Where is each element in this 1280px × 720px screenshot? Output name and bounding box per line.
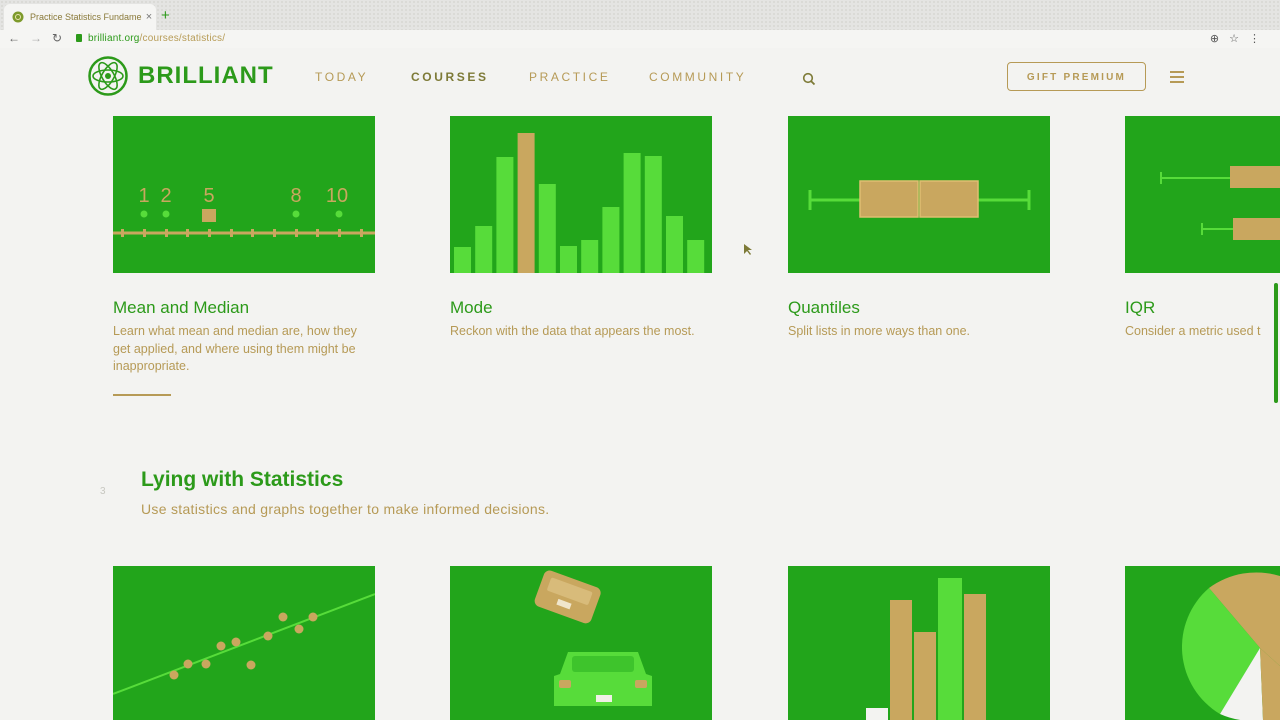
mode-bar-4 [517, 133, 535, 273]
zoom-icon[interactable]: ⊕ [1210, 33, 1229, 45]
cars-figure [534, 570, 652, 706]
mode-bar-11 [666, 216, 683, 273]
section-subtitle: Use statistics and graphs together to ma… [141, 501, 550, 517]
quantiles-image[interactable] [788, 116, 1050, 273]
search-icon[interactable] [802, 72, 816, 86]
label-1: 1 [138, 185, 149, 207]
point-2 [162, 210, 170, 218]
iqr-figure [1160, 166, 1280, 240]
box-plot-figure [808, 180, 1031, 218]
label-2: 2 [160, 185, 171, 207]
card-desc-mode: Reckon with the data that appears the mo… [450, 324, 695, 338]
mode-bar-12 [687, 240, 705, 273]
box-upper [919, 180, 979, 218]
mode-bar-9 [623, 153, 641, 273]
mode-bar-5 [538, 184, 556, 273]
tan-car [534, 570, 601, 624]
lock-icon [76, 34, 82, 42]
progress-underline [113, 394, 171, 396]
url-path: /courses/statistics/ [139, 33, 226, 44]
cars-image[interactable] [450, 566, 712, 720]
brilliant-logo[interactable]: BRILLIANT [88, 56, 274, 96]
page-scrollbar[interactable] [1274, 283, 1278, 403]
reload-icon[interactable]: ↻ [52, 31, 62, 45]
box-lower [859, 180, 919, 218]
iqr-box-1 [1230, 166, 1280, 188]
section-number: 3 [100, 486, 106, 497]
card-desc-iqr: Consider a metric used t [1125, 324, 1261, 338]
misleading-bars-figure [866, 578, 986, 720]
new-tab-button[interactable]: + [161, 7, 170, 24]
card-desc-mean-median: Learn what mean and median are, how they… [113, 324, 357, 373]
browser-tab-strip: Practice Statistics Fundamenta × + [0, 0, 1280, 30]
nav-courses[interactable]: COURSES [411, 70, 489, 84]
site-header: BRILLIANT TODAY COURSES PRACTICE COMMUNI… [0, 48, 1280, 106]
tab-close-icon[interactable]: × [142, 11, 156, 23]
hamburger-icon[interactable] [1170, 71, 1184, 86]
section-title: Lying with Statistics [141, 468, 344, 491]
card-title-mode[interactable]: Mode [450, 298, 493, 318]
correlation-image[interactable] [113, 566, 375, 720]
mode-bar-6 [560, 246, 577, 273]
mode-bar-3 [496, 157, 514, 273]
mean-median-image[interactable]: 1 2 5 8 10 [113, 116, 375, 273]
nav-today[interactable]: TODAY [315, 70, 368, 84]
mode-bar-1 [454, 247, 471, 273]
logo-text: BRILLIANT [138, 62, 274, 89]
arrow-right-icon[interactable]: → [30, 31, 42, 45]
iqr-box-2 [1233, 218, 1280, 240]
brilliant-logo-icon [88, 56, 128, 96]
mode-image[interactable] [450, 116, 712, 273]
url-field[interactable]: brilliant.org/courses/statistics/ [88, 33, 225, 44]
point-1 [140, 210, 148, 218]
scatter-figure [113, 593, 375, 695]
mode-bar-figure [454, 133, 705, 273]
pie-chart-image[interactable] [1125, 566, 1280, 720]
url-host: brilliant.org [88, 33, 140, 44]
mode-bar-10 [644, 156, 662, 273]
nav-practice[interactable]: PRACTICE [529, 70, 610, 84]
card-title-quantiles[interactable]: Quantiles [788, 298, 860, 318]
arrow-left-icon[interactable]: ← [8, 31, 20, 45]
point-8 [292, 210, 300, 218]
tab-title: Practice Statistics Fundamenta [30, 12, 142, 22]
bar-graph-image[interactable] [788, 566, 1050, 720]
card-desc-quantiles: Split lists in more ways than one. [788, 324, 971, 338]
label-5: 5 [203, 185, 214, 207]
star-icon[interactable]: ☆ [1229, 33, 1249, 45]
mode-bar-2 [475, 226, 493, 273]
pie-figure [1181, 572, 1280, 720]
label-8: 8 [290, 185, 301, 207]
card-title-mean-median[interactable]: Mean and Median [113, 298, 249, 318]
number-line-figure: 1 2 5 8 10 [113, 185, 375, 237]
mode-bar-7 [581, 240, 599, 273]
address-bar: ← → ↻ brilliant.org/courses/statistics/ … [0, 30, 1280, 48]
green-car [554, 652, 652, 706]
nav-community[interactable]: COMMUNITY [649, 70, 746, 84]
brilliant-favicon-icon [12, 11, 24, 23]
browser-tools: ⊕☆⋮ [1210, 32, 1270, 45]
mode-bar-8 [602, 207, 620, 273]
gift-premium-button[interactable]: GIFT PREMIUM [1007, 62, 1146, 91]
more-icon[interactable]: ⋮ [1249, 33, 1270, 45]
label-10: 10 [326, 185, 348, 207]
mouse-cursor-icon [744, 244, 752, 255]
browser-tab[interactable]: Practice Statistics Fundamenta × [4, 4, 156, 30]
card-title-iqr[interactable]: IQR [1125, 298, 1155, 318]
point-10 [335, 210, 343, 218]
iqr-image[interactable] [1125, 116, 1280, 273]
median-marker [202, 209, 216, 222]
